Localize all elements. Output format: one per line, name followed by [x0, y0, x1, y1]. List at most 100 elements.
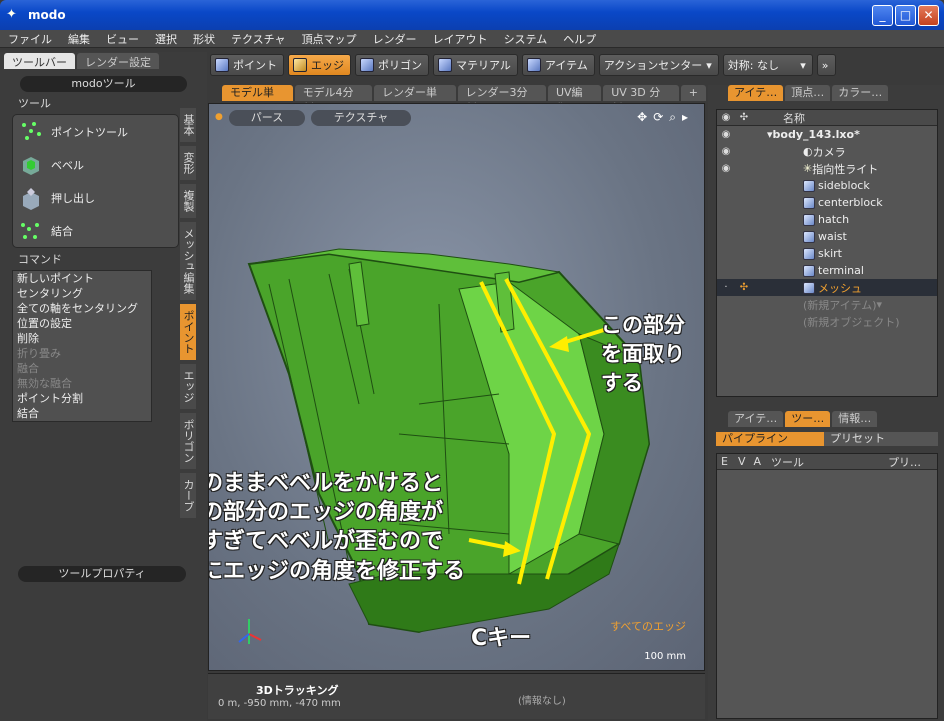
material-mode-button[interactable]: マテリアル [433, 54, 518, 76]
maximize-button[interactable]: □ [895, 5, 916, 26]
axis-gizmo-icon [238, 619, 262, 644]
bevel-button[interactable]: ベベル [13, 148, 178, 181]
cube-icon [526, 58, 541, 72]
mesh-icon [803, 247, 815, 260]
camera-icon: ◐ [803, 145, 813, 158]
symmetry-label: 対称: なし [727, 59, 779, 72]
extrude-icon [23, 187, 39, 210]
new-item-label: (新規アイテム) [803, 298, 877, 312]
cmd-split-point[interactable]: ポイント分割 [13, 391, 151, 406]
cmd-merge: 融合 [17, 362, 39, 375]
list-item[interactable]: centerblock [717, 194, 937, 211]
menu-help[interactable]: ヘルプ [555, 31, 604, 47]
menu-geometry[interactable]: 形状 [185, 31, 223, 47]
cube-icon [215, 58, 229, 72]
tab-add[interactable]: + [680, 85, 706, 101]
new-item-row[interactable]: (新規アイテム) ▾ [717, 296, 937, 313]
join-button[interactable]: 結合 [13, 214, 178, 247]
eye-icon[interactable]: ◉ [717, 129, 735, 140]
vtab-basic[interactable]: 基本 [180, 108, 196, 142]
3d-viewport[interactable]: ● パース テクスチャ ✥⟳⌕▸ この部分を面取りする ままベベルをかけると 部… [208, 103, 705, 671]
vtab-curve[interactable]: カーブ [180, 473, 196, 518]
symmetry-dropdown[interactable]: 対称: なし ▾ [722, 54, 813, 76]
menu-select[interactable]: 選択 [147, 31, 185, 47]
tab-pipeline[interactable]: パイプライン [716, 432, 824, 446]
menu-file[interactable]: ファイル [0, 31, 60, 47]
minimize-button[interactable]: _ [872, 5, 893, 26]
menu-vertex-map[interactable]: 頂点マップ [294, 31, 365, 47]
tab-render-triple[interactable]: レンダー3分割 [457, 85, 546, 115]
vtab-mesh-edit[interactable]: メッシュ編集 [180, 222, 196, 300]
more-button[interactable]: » [816, 54, 836, 76]
menu-layout[interactable]: レイアウト [425, 31, 496, 47]
modo-tools-header[interactable]: modoツール [20, 76, 187, 92]
tab-color[interactable]: カラー… [832, 85, 889, 101]
cmd-join[interactable]: 結合 [13, 406, 151, 421]
pipeline-tabs: パイプライン プリセット [716, 432, 938, 446]
vtab-duplicate[interactable]: 複製 [180, 184, 196, 218]
edge-mode-button[interactable]: エッジ [288, 54, 351, 76]
point-mode-label: ポイント [233, 59, 277, 72]
vtab-deform[interactable]: 変形 [180, 146, 196, 180]
tool-properties-header[interactable]: ツールプロパティ [18, 566, 186, 582]
tab-items-lower[interactable]: アイテ… [728, 411, 784, 427]
list-item[interactable]: ◉ ✳ 指向性ライト [717, 160, 937, 177]
tab-tools[interactable]: ツー… [785, 411, 831, 427]
list-item[interactable]: hatch [717, 211, 937, 228]
vtab-polygon[interactable]: ポリゴン [180, 413, 196, 469]
explain-line-2: この部分のエッジの角度が [209, 500, 444, 525]
menu-system[interactable]: システム [496, 31, 556, 47]
cmd-center-all[interactable]: 全ての軸をセンタリング [13, 301, 151, 316]
tool-pipeline: E V A ツール プリ… [716, 453, 938, 719]
cmd-delete[interactable]: 削除 [13, 331, 151, 346]
cmd-set-position[interactable]: 位置の設定 [13, 316, 151, 331]
mesh-icon [803, 264, 815, 277]
list-item[interactable]: ◉ ◐ カメラ [717, 143, 937, 160]
eye-icon[interactable]: ◉ [717, 163, 735, 174]
list-item[interactable]: ◉ ▾ body_143.lxo* [717, 126, 937, 143]
list-item[interactable]: terminal [717, 262, 937, 279]
list-item[interactable]: waist [717, 228, 937, 245]
tab-presets[interactable]: プリセット [824, 432, 938, 446]
tool-label: 結合 [51, 224, 73, 238]
tab-render-single[interactable]: レンダー単一 [374, 85, 456, 115]
item-mode-button[interactable]: アイテム [521, 54, 595, 76]
cmd-center[interactable]: センタリング [13, 286, 151, 301]
list-item[interactable]: skirt [717, 245, 937, 262]
tab-info[interactable]: 情報… [832, 411, 878, 427]
tab-uv-edit[interactable]: UV編集 [547, 85, 602, 115]
tab-model-quad[interactable]: モデル4分割 [294, 85, 373, 115]
close-button[interactable]: ✕ [918, 5, 939, 26]
eye-icon[interactable]: · [717, 282, 735, 293]
vertical-tabs: 基本 変形 複製 メッシュ編集 ポイント エッジ ポリゴン カーブ [180, 108, 198, 522]
list-item-selected[interactable]: · ✣ メッシュ [717, 279, 937, 296]
right-panel: アイテ… 頂点… カラー… ◉ ✣ 名称 ◉ ▾ body_143.lxo* ◉… [708, 85, 944, 721]
col-enable: E [721, 455, 728, 468]
tool-label: 押し出し [51, 191, 95, 205]
render-icon[interactable]: ✣ [735, 282, 753, 293]
tab-toolbar[interactable]: ツールバー [4, 53, 75, 69]
eye-icon[interactable]: ◉ [717, 146, 735, 157]
cmd-new-point[interactable]: 新しいポイント [13, 271, 151, 286]
action-center-dropdown[interactable]: アクションセンター ▾ [598, 54, 719, 76]
menu-render[interactable]: レンダー [365, 31, 425, 47]
extrude-button[interactable]: 押し出し [13, 181, 178, 214]
tab-model-single[interactable]: モデル単一 [222, 85, 293, 115]
tab-uv-3d-split[interactable]: UV 3D 分割 [603, 85, 679, 115]
menu-texture[interactable]: テクスチャ [223, 31, 294, 47]
left-panel: ツールバー レンダー設定 modoツール ツール ポイントツール ベベル 押し出… [0, 52, 207, 721]
point-tool-button[interactable]: ポイントツール [13, 115, 178, 148]
vtab-point[interactable]: ポイント [180, 304, 196, 360]
explain-line-1: このままベベルをかけると [209, 471, 444, 496]
tab-items[interactable]: アイテ… [728, 85, 784, 101]
list-item[interactable]: sideblock [717, 177, 937, 194]
menu-view[interactable]: ビュー [98, 31, 147, 47]
polygon-mode-button[interactable]: ポリゴン [355, 54, 429, 76]
tab-vertex[interactable]: 頂点… [785, 85, 831, 101]
tab-render-settings[interactable]: レンダー設定 [77, 53, 159, 69]
vtab-edge[interactable]: エッジ [180, 364, 196, 409]
point-mode-button[interactable]: ポイント [210, 54, 284, 76]
menu-edit[interactable]: 編集 [60, 31, 98, 47]
new-object-row[interactable]: (新規オブジェクト) [717, 313, 937, 330]
light-icon: ✳ [803, 162, 813, 175]
